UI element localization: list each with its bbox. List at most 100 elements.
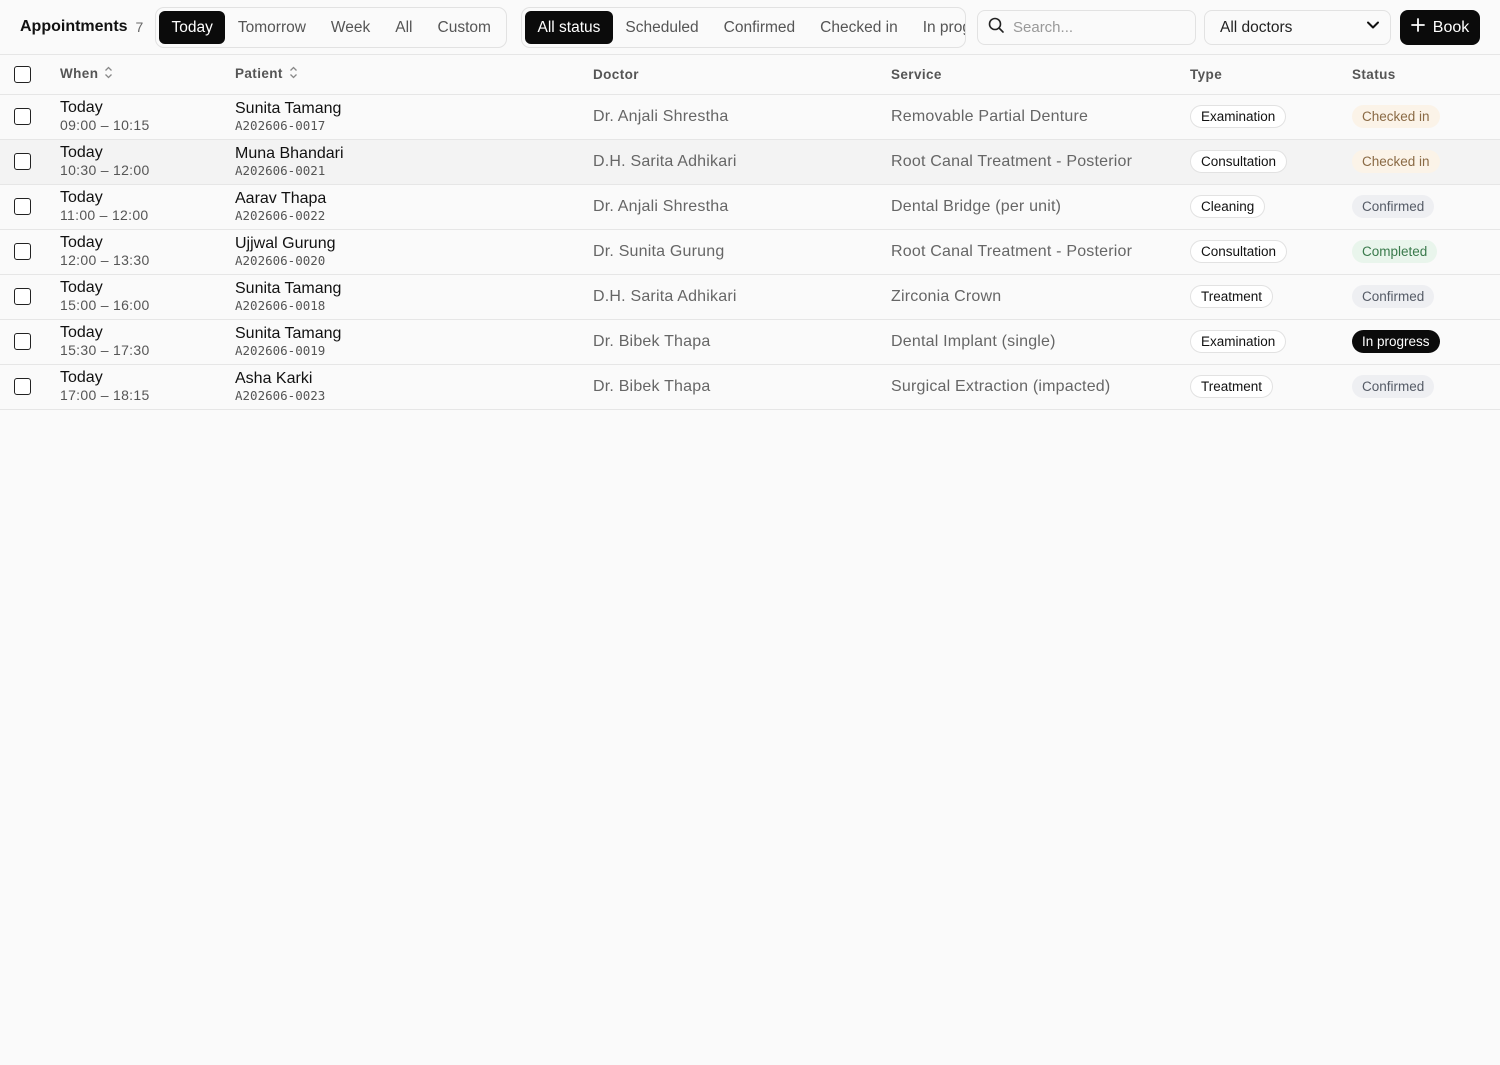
search-box [977,10,1196,45]
chevron-down-icon [1366,18,1380,37]
table-header-row: When Patient Doctor Service Type Status [0,55,1500,94]
appointment-time: 12:00 – 13:30 [60,252,150,268]
status-tabs: All status Scheduled Confirmed Checked i… [521,7,966,48]
row-checkbox[interactable] [14,333,31,350]
row-checkbox[interactable] [14,153,31,170]
type-badge: Examination [1190,105,1287,128]
type-badge: Treatment [1190,285,1274,308]
status-badge: Completed [1352,240,1438,263]
patient-id: A202606-0017 [235,117,326,133]
patient-name[interactable]: Ujjwal Gurung [235,235,593,253]
appointments-table: When Patient Doctor Service Type Status … [0,55,1500,410]
table-row[interactable]: Today 17:00 – 18:15 Asha Karki A202606-0… [0,364,1500,409]
service-name: Removable Partial Denture [891,107,1089,125]
status-badge: Confirmed [1352,375,1435,398]
appointment-time: 10:30 – 12:00 [60,162,150,178]
select-all-checkbox[interactable] [14,65,31,83]
patient-name[interactable]: Aarav Thapa [235,190,593,208]
tab-in-progress[interactable]: In progress [910,11,965,44]
service-name: Dental Implant (single) [891,332,1056,350]
doctor-filter-select[interactable]: All doctors [1204,10,1391,45]
doctor-name: Dr. Sunita Gurung [593,242,725,260]
patient-id: A202606-0019 [235,342,326,358]
column-patient[interactable]: Patient [235,55,593,94]
patient-id: A202606-0023 [235,387,326,403]
appointment-day: Today [60,189,103,206]
type-badge: Examination [1190,330,1287,353]
patient-name[interactable]: Sunita Tamang [235,325,593,343]
column-status: Status [1352,66,1396,82]
row-checkbox[interactable] [14,288,31,305]
appointment-day: Today [60,99,103,116]
appointment-time: 11:00 – 12:00 [60,207,149,223]
doctor-name: Dr. Anjali Shrestha [593,107,729,125]
column-when[interactable]: When [60,55,235,94]
doctor-name: D.H. Sarita Adhikari [593,152,737,170]
sort-icon [104,66,113,82]
status-badge: Confirmed [1352,285,1435,308]
plus-icon [1410,18,1425,37]
tab-tomorrow[interactable]: Tomorrow [225,11,318,44]
table-row[interactable]: Today 11:00 – 12:00 Aarav Thapa A202606-… [0,184,1500,229]
table-row[interactable]: Today 15:00 – 16:00 Sunita Tamang A20260… [0,274,1500,319]
patient-name[interactable]: Sunita Tamang [235,280,593,298]
tab-week[interactable]: Week [318,11,382,44]
doctor-name: Dr. Anjali Shrestha [593,197,729,215]
doctor-name: D.H. Sarita Adhikari [593,287,737,305]
patient-id: A202606-0018 [235,297,326,313]
service-name: Root Canal Treatment - Posterior [891,242,1133,260]
appointment-time: 15:00 – 16:00 [60,297,150,313]
search-input[interactable] [1013,19,1183,36]
book-label: Book [1432,18,1470,36]
column-doctor: Doctor [593,66,639,82]
tab-today[interactable]: Today [159,11,226,44]
sort-icon [289,66,298,82]
appointment-day: Today [60,369,103,386]
row-checkbox[interactable] [14,198,31,215]
status-badge: In progress [1352,330,1440,353]
appointment-day: Today [60,234,103,251]
service-name: Zirconia Crown [891,287,1002,305]
type-badge: Treatment [1190,375,1274,398]
tab-confirmed[interactable]: Confirmed [711,11,808,44]
service-name: Root Canal Treatment - Posterior [891,152,1133,170]
table-row[interactable]: Today 15:30 – 17:30 Sunita Tamang A20260… [0,319,1500,364]
tab-custom[interactable]: Custom [425,11,503,44]
patient-id: A202606-0022 [235,207,326,223]
tab-all-status[interactable]: All status [525,11,613,44]
doctor-name: Dr. Bibek Thapa [593,332,711,350]
row-checkbox[interactable] [14,243,31,260]
table-row[interactable]: Today 10:30 – 12:00 Muna Bhandari A20260… [0,139,1500,184]
table-row[interactable]: Today 12:00 – 13:30 Ujjwal Gurung A20260… [0,229,1500,274]
status-badge: Checked in [1352,150,1440,173]
appointment-time: 09:00 – 10:15 [60,117,150,133]
tab-scheduled[interactable]: Scheduled [613,11,711,44]
patient-name[interactable]: Asha Karki [235,370,593,388]
appointment-time: 15:30 – 17:30 [60,342,150,358]
column-type: Type [1190,66,1223,82]
status-badge: Checked in [1352,105,1440,128]
toolbar: Appointments 7 Today Tomorrow Week All C… [0,0,1500,55]
patient-name[interactable]: Muna Bhandari [235,145,593,163]
patient-id: A202606-0021 [235,162,326,178]
patient-id: A202606-0020 [235,252,326,268]
tab-checked-in[interactable]: Checked in [808,11,911,44]
patient-name[interactable]: Sunita Tamang [235,100,593,118]
table-row[interactable]: Today 09:00 – 10:15 Sunita Tamang A20260… [0,94,1500,139]
type-badge: Consultation [1190,240,1288,263]
book-button[interactable]: Book [1400,10,1480,45]
appointment-day: Today [60,144,103,161]
page-title: Appointments [20,18,128,35]
appointment-time: 17:00 – 18:15 [60,387,150,403]
appointment-day: Today [60,279,103,296]
type-badge: Consultation [1190,150,1288,173]
doctor-name: Dr. Bibek Thapa [593,377,711,395]
row-checkbox[interactable] [14,378,31,395]
column-service: Service [891,66,942,82]
type-badge: Cleaning [1190,195,1266,218]
status-badge: Confirmed [1352,195,1435,218]
doctor-filter-value: All doctors [1220,18,1293,36]
appointment-day: Today [60,324,103,341]
row-checkbox[interactable] [14,108,31,125]
tab-all[interactable]: All [383,11,425,44]
